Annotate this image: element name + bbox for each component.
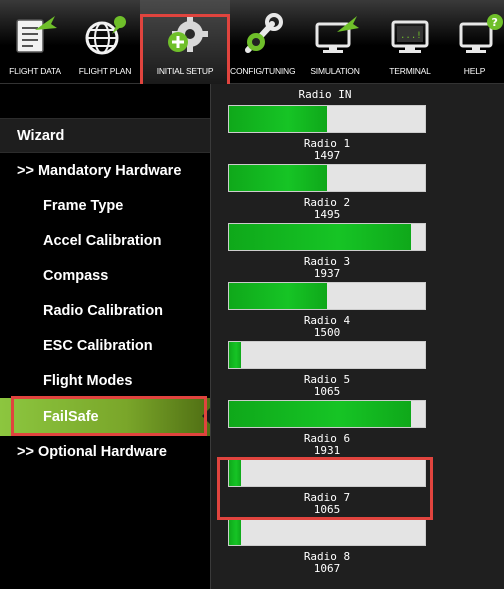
simulation-button[interactable]: SIMULATION: [295, 0, 375, 84]
radio-bar-fill: [229, 283, 327, 309]
radio-value: 1067: [313, 562, 341, 575]
radio-bar-fill: [229, 342, 241, 368]
radio-value: 1931: [313, 444, 341, 457]
help-label: HELP: [463, 66, 486, 76]
sidebar-item-label: FailSafe: [43, 409, 99, 425]
sidebar-item-accel-calibration[interactable]: Accel Calibration: [0, 223, 210, 258]
radio-bar: [228, 459, 426, 487]
sidebar-item-optional-hardware[interactable]: >> Optional Hardware: [0, 434, 210, 469]
radio-value: 1495: [313, 208, 341, 221]
radio-bar: [228, 400, 426, 428]
radio-bar: [228, 223, 426, 251]
sidebar-item-failsafe[interactable]: FailSafe: [0, 398, 210, 436]
terminal-button[interactable]: ...! TERMINAL: [375, 0, 445, 84]
sidebar-item-mandatory-hardware[interactable]: >> Mandatory Hardware: [0, 153, 210, 188]
sidebar-item-frame-type[interactable]: Frame Type: [0, 188, 210, 223]
radio-bar: [228, 282, 426, 310]
sidebar-item-flight-modes[interactable]: Flight Modes: [0, 363, 210, 398]
sidebar-item-label: Radio Calibration: [43, 302, 164, 319]
flight-data-icon: [16, 16, 57, 53]
sidebar-spacer: [0, 84, 210, 118]
sidebar-item-esc-calibration[interactable]: ESC Calibration: [0, 328, 210, 363]
radio-value: 1065: [313, 385, 341, 398]
sidebar-item-compass[interactable]: Compass: [0, 258, 210, 293]
radio-in-title: Radio IN: [298, 88, 352, 101]
sidebar-item-label: Compass: [43, 267, 109, 284]
sidebar-item-label: Frame Type: [43, 197, 124, 214]
radio-value: 1500: [313, 326, 341, 339]
radio-bar: [228, 341, 426, 369]
help-button[interactable]: ? HELP: [445, 0, 504, 84]
help-icon: ?: [459, 14, 503, 53]
radio-bar: [228, 105, 426, 133]
flight-data-label: FLIGHT DATA: [9, 66, 61, 76]
sidebar-item-wizard[interactable]: Wizard: [0, 118, 210, 153]
svg-text:?: ?: [491, 16, 497, 29]
terminal-icon: ...!: [391, 20, 429, 53]
initial-setup-button[interactable]: INITIAL SETUP: [140, 0, 230, 84]
radio-value: 1065: [313, 503, 341, 516]
setup-sidebar: Wizard >> Mandatory Hardware Frame Type …: [0, 84, 210, 589]
radio-bar-fill: [229, 106, 327, 132]
radio-value: 1937: [313, 267, 341, 280]
radio-bar-fill: [229, 224, 412, 250]
radio-bar: [228, 518, 426, 546]
flight-data-button[interactable]: FLIGHT DATA: [0, 0, 70, 84]
main-toolbar: FLIGHT DATA FLIGHT PLAN INITIAL SETUP CO…: [0, 0, 504, 94]
sidebar-item-label: Accel Calibration: [43, 232, 162, 249]
config-tuning-icon: [244, 13, 283, 53]
sidebar-item-label: Wizard: [17, 127, 65, 144]
radio-bar: [228, 164, 426, 192]
sidebar-item-label: >> Optional Hardware: [17, 443, 167, 460]
initial-setup-icon: [168, 16, 208, 52]
radio-bar-fill: [229, 519, 241, 545]
radio-value: 1497: [313, 149, 341, 162]
initial-setup-label: INITIAL SETUP: [156, 66, 214, 76]
svg-text:...!: ...!: [400, 31, 422, 41]
simulation-icon: [315, 16, 359, 53]
sidebar-item-label: >> Mandatory Hardware: [17, 162, 182, 179]
sidebar-item-label: ESC Calibration: [43, 337, 153, 354]
flight-plan-button[interactable]: FLIGHT PLAN: [70, 0, 140, 84]
radio-bar-fill: [229, 165, 327, 191]
radio-bar-fill: [229, 401, 412, 427]
flight-plan-label: FLIGHT PLAN: [78, 66, 132, 76]
simulation-label: SIMULATION: [310, 66, 360, 76]
terminal-label: TERMINAL: [389, 66, 431, 76]
flight-plan-icon: [85, 16, 126, 55]
sidebar-item-radio-calibration[interactable]: Radio Calibration: [0, 293, 210, 328]
config-tuning-button[interactable]: CONFIG/TUNING: [230, 0, 296, 84]
sidebar-item-label: Flight Modes: [43, 372, 133, 389]
config-tuning-label: CONFIG/TUNING: [230, 66, 296, 76]
radio-bar-fill: [229, 460, 241, 486]
